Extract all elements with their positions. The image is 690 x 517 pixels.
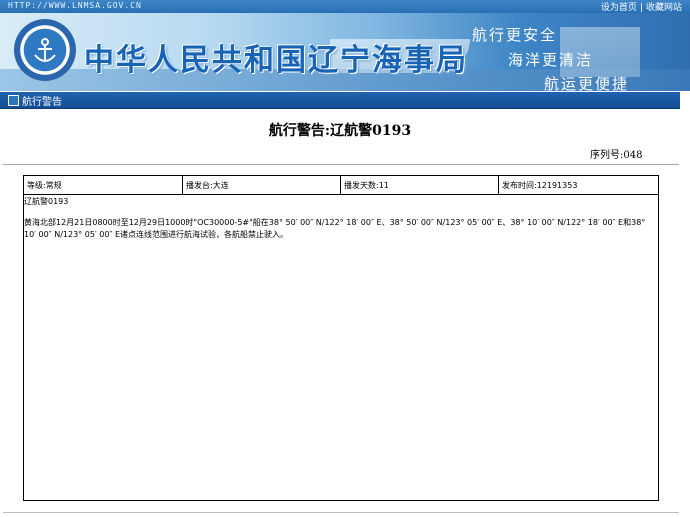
slogan-clean: 海洋更清洁	[508, 51, 594, 69]
notice-info-table: 等级:常规 播发台:大连 播发天数:11 发布时间:12191353	[23, 175, 659, 195]
top-links: 设为首页 | 收藏网站	[601, 0, 682, 13]
top-bar: HTTP://WWW.LNMSA.GOV.CN 设为首页 | 收藏网站	[0, 0, 690, 13]
site-title: 中华人民共和国辽宁海事局	[84, 43, 468, 78]
notice-content: 黄海北部12月21日0800时至12月29日1000时"OC30000-5#"船…	[24, 218, 646, 239]
notice-body: 辽航警0193 黄海北部12月21日0800时至12月29日1000时"OC30…	[23, 195, 659, 501]
time-cell: 发布时间:12191353	[502, 181, 578, 190]
bookmark-link[interactable]: 收藏网站	[646, 3, 682, 13]
footer-divider	[3, 512, 679, 513]
level-cell: 等级:常规	[24, 176, 183, 194]
notice-title: 航行警告:辽航警0193	[268, 123, 412, 139]
site-url: HTTP://WWW.LNMSA.GOV.CN	[8, 1, 142, 10]
link-separator: |	[639, 3, 643, 13]
divider	[3, 164, 679, 165]
site-banner: 中华人民共和国辽宁海事局 航行更安全 海洋更清洁 航运更便捷	[0, 13, 690, 91]
slogan-safety: 航行更安全	[472, 26, 558, 44]
section-header: 航行警告	[0, 92, 680, 109]
serial-number: 序列号:048	[590, 150, 643, 161]
msa-emblem-icon	[14, 19, 76, 81]
set-homepage-link[interactable]: 设为首页	[601, 3, 637, 13]
days-cell: 播发天数:11	[341, 176, 499, 194]
slogan-convenient: 航运更便捷	[544, 75, 630, 91]
square-icon	[8, 95, 19, 106]
station-cell: 播发台:大连	[183, 176, 341, 194]
section-label: 航行警告	[22, 97, 62, 108]
notice-code: 辽航警0193	[24, 197, 69, 206]
